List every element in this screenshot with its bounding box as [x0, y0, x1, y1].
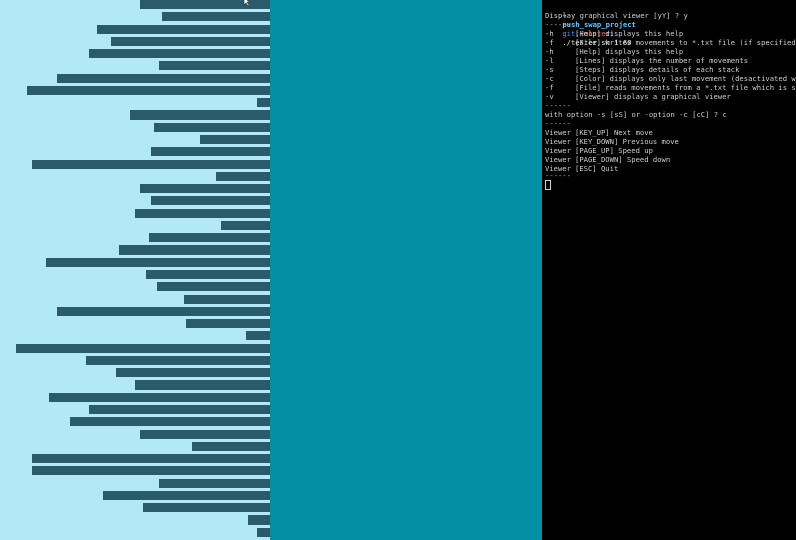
stack-a-bar	[199, 135, 270, 145]
stack-a-bar	[162, 12, 270, 22]
stack-a-bar	[159, 478, 270, 488]
separator: ------	[545, 101, 571, 110]
stack-a-bar	[143, 503, 270, 513]
stack-a-bar	[256, 527, 270, 537]
help-line: -f [File] reads movements from a *.txt fi…	[545, 83, 796, 92]
viewer-line: Viewer [KEY_UP] Next move	[545, 128, 653, 137]
stack-a-bar	[16, 343, 270, 353]
stack-a-bar	[151, 147, 270, 157]
stack-a-bar	[156, 282, 270, 292]
stack-a-panel	[0, 0, 270, 540]
stack-a-bar	[32, 454, 270, 464]
help-line: -f [File] writes movements to *.txt file …	[545, 38, 796, 47]
stack-a-bar	[183, 294, 270, 304]
stack-a-bar	[116, 368, 270, 378]
stack-a-bar	[102, 490, 270, 500]
stack-a-bar	[56, 306, 270, 316]
help-line: -s [Steps] displays details of each stack	[545, 65, 740, 74]
stack-a-bar	[48, 392, 270, 402]
stack-a-bar	[191, 441, 270, 451]
stack-b-panel	[270, 0, 542, 540]
stack-a-bar	[70, 417, 270, 427]
stack-a-bar	[32, 466, 270, 476]
separator: ------	[545, 171, 571, 180]
help-line: -l [Lines] displays the number of movemen…	[545, 56, 749, 65]
stack-a-bar	[148, 233, 270, 243]
help-line: -h [Help] displays this help	[545, 47, 684, 56]
stack-a-bar	[86, 355, 270, 365]
stack-a-bar	[140, 184, 270, 194]
stack-a-bar	[129, 110, 270, 120]
stack-a-bar	[27, 85, 270, 95]
stack-a-bar	[151, 196, 270, 206]
stack-a-bar	[159, 61, 270, 71]
stack-a-bar	[216, 171, 270, 181]
stack-a-bar	[89, 405, 270, 415]
stack-a-bar	[245, 331, 270, 341]
stack-a-bar	[135, 380, 270, 390]
stack-a-bar	[89, 49, 270, 59]
help-line: -v [Viewer] displays a graphical viewer	[545, 92, 731, 101]
stack-a-bar	[248, 515, 270, 525]
viewer-line: Viewer [PAGE_UP] Speed up	[545, 146, 653, 155]
terminal-cursor[interactable]	[545, 180, 551, 190]
separator: ------	[545, 20, 571, 29]
stack-a-bar	[140, 429, 270, 439]
prompt-directory: push_swap_project	[562, 20, 636, 29]
stack-a-bar	[110, 36, 270, 46]
stack-a-bar	[145, 270, 270, 280]
option-question: with option -s [sS] or -option -c [cC] ?…	[545, 110, 727, 119]
stack-a-bar	[32, 159, 270, 169]
help-line: -c [Color] displays only last movement (d…	[545, 74, 796, 83]
stack-a-bar	[45, 257, 270, 267]
stack-a-bar	[186, 319, 270, 329]
stack-a-bar	[97, 24, 270, 34]
viewer-line: Viewer [PAGE_DOWN] Speed down	[545, 155, 671, 164]
terminal-window[interactable]: ➜ push_swap_project git:(master) ./teste…	[542, 0, 796, 540]
stack-a-bar	[153, 122, 270, 132]
help-line: -h [Help] displays this help	[545, 29, 684, 38]
stack-a-bar	[221, 220, 270, 230]
stack-a-bar	[135, 208, 270, 218]
mouse-cursor-icon	[243, 0, 251, 6]
display-question: Display graphical viewer [yY] ? y	[545, 11, 688, 20]
viewer-line: Viewer [KEY_DOWN] Previous move	[545, 137, 679, 146]
separator: ------	[545, 119, 571, 128]
stack-a-bar	[256, 98, 270, 108]
stack-a-bar	[56, 73, 270, 83]
stack-a-bar	[118, 245, 270, 255]
